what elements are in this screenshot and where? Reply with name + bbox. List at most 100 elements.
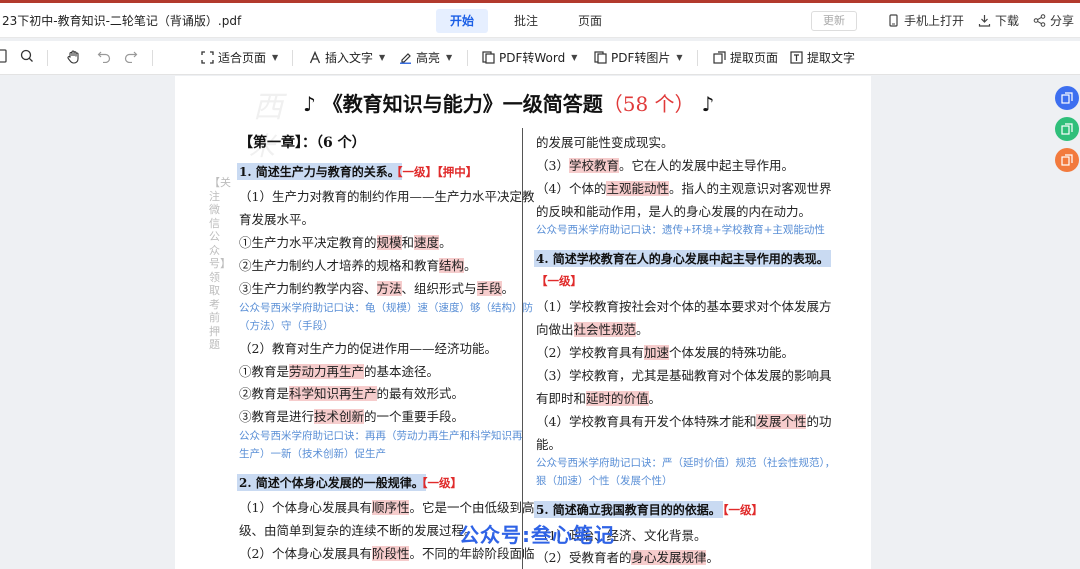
highlight-button[interactable]: 高亮 ▼ <box>399 49 452 66</box>
extract-text-label: 提取文字 <box>807 51 856 65</box>
redo-icon <box>124 51 138 63</box>
open-on-phone-button[interactable]: 手机上打开 <box>887 12 964 29</box>
undo-button[interactable] <box>97 49 115 63</box>
search-button[interactable] <box>20 49 38 63</box>
mnemonic-note: 生产）一新（技术创新）促生产 <box>239 448 386 460</box>
extract-text-button[interactable]: 提取文字 <box>790 49 855 66</box>
text-line: （2）教育对生产力的促进作用——经济功能。 <box>239 341 497 356</box>
pdf-page: 西 米 ♪ 《教育知识与能力》一级简答题（58 个） ♪ 【关注微信公众号】领取… <box>175 76 871 569</box>
heading-count: （58 个） <box>602 92 695 116</box>
chapter-heading: 【第一章】：（6 个） <box>239 135 366 151</box>
side-tool-button[interactable] <box>1055 148 1079 172</box>
convert-icon <box>482 51 495 64</box>
text-line: 的反映和能动作用，是人的身心发展的内在动力。 <box>536 204 812 219</box>
mnemonic-note: 公众号西米学府助记口诀：遗传+环境+学校教育+主观能动性 <box>536 224 825 236</box>
level-tag: 【一级】【押中】 <box>391 165 478 179</box>
fit-page-icon <box>201 51 214 64</box>
extract-page-button[interactable]: 提取页面 <box>713 49 778 66</box>
level-tag: 【一级】 <box>536 274 582 288</box>
copy-icon <box>1061 92 1073 104</box>
heading-text: ♪ 《教育知识与能力》一级简答题 <box>303 92 603 116</box>
convert-icon <box>594 51 607 64</box>
tab-page[interactable]: 页面 <box>564 9 616 33</box>
text-line: （3）学校教育。它在人的发展中起主导作用。 <box>536 158 794 173</box>
update-button[interactable]: 更新 <box>811 11 857 31</box>
vertical-promo-note: 【关注微信公众号】领取考前押题 <box>209 176 231 351</box>
text-line: 向做出社会性规范。 <box>536 322 649 337</box>
share-icon <box>1033 14 1046 27</box>
text-line: （2）学校教育具有加速个体发展的特殊功能。 <box>536 345 794 360</box>
text-line: （2）受教育者的身心发展规律。 <box>536 550 719 565</box>
text-line: （1）个体身心发展具有顺序性。它是一个由低级到高 <box>239 500 535 515</box>
mnemonic-note: 公众号西米学府助记口诀：龟（规模）速（速度）够（结构）防 <box>239 302 533 314</box>
chevron-down-icon: ▼ <box>446 53 453 62</box>
tab-start[interactable]: 开始 <box>436 9 489 33</box>
question-title: 2. 简述个体身心发展的一般规律。 <box>237 474 426 491</box>
sidebar-toggle-button[interactable] <box>0 49 12 63</box>
pdf-to-image-label: PDF转图片 <box>611 51 671 65</box>
extract-text-icon <box>790 51 803 64</box>
chevron-down-icon: ▼ <box>272 53 279 62</box>
heading-note-glyph: ♪ <box>701 92 715 116</box>
fit-page-button[interactable]: 适合页面 ▼ <box>201 49 278 66</box>
text-line: ③生产力制约教学内容、方法、组织形式与手段。 <box>239 281 515 296</box>
text-line: （1）学校教育按社会对个体的基本要求对个体发展方 <box>536 299 832 314</box>
undo-icon <box>97 51 111 63</box>
redo-button[interactable] <box>124 49 142 63</box>
question-title: 5. 简述确立我国教育目的的依据。 <box>534 501 723 518</box>
text-line: ③教育是进行技术创新的一个重要手段。 <box>239 409 465 424</box>
document-title: 23下初中-教育知识-二轮笔记（背诵版）.pdf <box>2 14 242 28</box>
hand-icon <box>67 50 79 64</box>
hand-tool-button[interactable] <box>66 49 85 64</box>
main-tabs: 开始 批注 页面 <box>436 9 628 33</box>
text-line: （1）生产力对教育的制约作用——生产力水平决定教 <box>239 189 535 204</box>
convert-icon <box>1061 123 1073 135</box>
download-label: 下载 <box>994 14 1019 28</box>
insert-text-label: 插入文字 <box>325 51 374 65</box>
side-tool-button[interactable] <box>1055 117 1079 141</box>
download-icon <box>978 15 991 27</box>
highlighter-icon <box>400 53 411 64</box>
text-line: 级、由简单到复杂的连续不断的发展过程。 <box>239 523 477 538</box>
panel-icon <box>0 49 7 63</box>
mnemonic-note: （方法）守（手段） <box>239 320 334 332</box>
chevron-down-icon: ▼ <box>571 53 578 62</box>
text-line: 有即时和延时的价值。 <box>536 391 662 406</box>
download-button[interactable]: 下载 <box>978 12 1019 29</box>
tab-annotate[interactable]: 批注 <box>500 9 552 33</box>
share-button[interactable]: 分享 <box>1033 12 1074 29</box>
search-icon <box>20 49 33 62</box>
toolbar-divider <box>467 50 468 66</box>
title-bar: 23下初中-教育知识-二轮笔记（背诵版）.pdf 开始 批注 页面 更新 手机上… <box>0 0 1080 38</box>
toolbar-divider <box>47 50 48 66</box>
fit-page-label: 适合页面 <box>218 51 267 65</box>
text-line: ①教育是劳动力再生产的基本途径。 <box>239 364 440 379</box>
watermark-stamp: 公众号:叁心笔记 <box>459 523 615 547</box>
text-line: （4）学校教育具有开发个体特殊才能和发展个性的功 <box>536 414 832 429</box>
text-line: 的发展可能性变成现实。 <box>536 135 674 150</box>
level-tag: 【一级】 <box>717 503 763 517</box>
question-title: 4. 简述学校教育在人的身心发展中起主导作用的表现。 <box>534 250 831 267</box>
text-line: 能。 <box>536 437 562 452</box>
side-tool-button[interactable] <box>1055 86 1079 110</box>
page-heading: ♪ 《教育知识与能力》一级简答题（58 个） ♪ <box>303 88 714 117</box>
extract-page-label: 提取页面 <box>730 51 779 65</box>
highlight-label: 高亮 <box>416 51 441 65</box>
mnemonic-note: 公众号西米学府助记口诀：严（延时价值）规范（社会性规范）， <box>536 457 836 469</box>
level-tag: 【一级】 <box>416 476 462 490</box>
top-actions: 手机上打开 下载 分享 <box>873 12 1074 29</box>
mnemonic-note: 狠（加速）个性（发展个性） <box>536 475 673 487</box>
text-line: （4）个体的主观能动性。指人的主观意识对客观世界 <box>536 181 832 196</box>
pdf-to-image-button[interactable]: PDF转图片 ▼ <box>594 49 683 66</box>
text-icon <box>309 51 321 64</box>
pdf-to-word-button[interactable]: PDF转Word ▼ <box>482 49 577 66</box>
text-line: 育发展水平。 <box>239 212 315 227</box>
text-line: ①生产力水平决定教育的规模和速度。 <box>239 235 452 250</box>
toolbar-divider <box>292 50 293 66</box>
insert-text-button[interactable]: 插入文字 ▼ <box>309 49 385 66</box>
toolbar-divider <box>152 50 153 66</box>
extract-page-icon <box>713 51 726 64</box>
text-line: （3）学校教育，尤其是基础教育对个体发展的影响具 <box>536 368 832 383</box>
question-title: 1. 简述生产力与教育的关系。 <box>237 163 402 180</box>
image-convert-icon <box>1061 154 1073 166</box>
